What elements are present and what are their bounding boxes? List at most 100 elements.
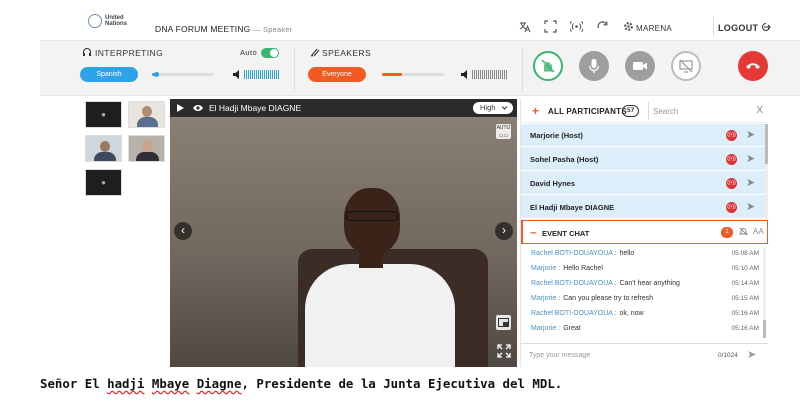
participant-row[interactable]: Marjorie (Host) ((•)) ➤ — [521, 124, 765, 147]
participants-header: + ALL PARTICIPANTS 57 Search X — [521, 99, 768, 123]
auto-layout-button[interactable]: AUTO ▭▭ — [496, 124, 511, 139]
chat-input[interactable]: Type your message 0/1024 ➤ — [521, 343, 768, 367]
globe-icon — [88, 14, 102, 28]
language-select[interactable]: Spanish — [80, 67, 138, 82]
close-panel-button[interactable]: X — [756, 105, 763, 116]
participant-thumbnail[interactable]: ● — [85, 169, 122, 196]
audio-signal-icon[interactable]: ((•)) — [726, 154, 737, 165]
quality-value: High — [480, 103, 496, 112]
speakers-icon — [310, 47, 320, 59]
send-message-icon[interactable]: ➤ — [746, 200, 755, 213]
caption: Señor El hadji Mbaye Diagne, Presidente … — [40, 376, 563, 391]
person-icon: ● — [101, 177, 106, 187]
refresh-icon[interactable] — [596, 20, 609, 33]
speaker-name: El Hadji Mbaye DIAGNE — [209, 103, 302, 113]
participant-thumbnail[interactable] — [128, 135, 165, 162]
previous-video-button[interactable]: ‹ — [174, 222, 192, 240]
video-speaker-head — [344, 188, 400, 254]
role-label: — Speaker — [253, 25, 293, 34]
participant-scrollbar[interactable] — [765, 124, 768, 220]
chevron-right-icon: › — [502, 223, 506, 237]
control-bar: INTERPRETING Auto Spanish SPEAKERS Every… — [40, 40, 800, 96]
fullscreen-icon[interactable] — [544, 20, 557, 33]
settings-icon[interactable] — [622, 20, 635, 33]
person-icon: ● — [101, 109, 106, 119]
main-video[interactable]: El Hadji Mbaye DIAGNE High AUTO ▭▭ ‹ › — [170, 99, 517, 367]
speakers-label: SPEAKERS — [322, 48, 372, 58]
headphones-icon — [82, 47, 92, 59]
interpretation-slider[interactable] — [152, 73, 214, 76]
pip-button[interactable] — [496, 315, 511, 330]
meeting-title-text: DNA FORUM MEETING — [155, 24, 251, 34]
speakers-level-bars[interactable] — [472, 70, 508, 79]
font-size-button[interactable]: AA — [753, 227, 764, 236]
send-message-icon[interactable]: ➤ — [746, 152, 755, 165]
audio-signal-icon[interactable]: ((•)) — [726, 202, 737, 213]
microphone-button[interactable] — [579, 51, 609, 81]
collapse-chat-button[interactable]: – — [530, 225, 537, 239]
send-message-icon[interactable]: ➤ — [746, 176, 755, 189]
character-count: 0/1024 — [718, 352, 738, 359]
speakers-slider[interactable] — [382, 73, 444, 76]
mute-chat-icon[interactable] — [738, 227, 749, 238]
speakers-volume-icon[interactable] — [460, 69, 470, 80]
interpretation-slider-knob[interactable] — [154, 72, 159, 77]
chat-input-placeholder: Type your message — [529, 352, 591, 359]
volume-level-bars[interactable] — [244, 70, 280, 79]
hand-toggle-button[interactable] — [533, 51, 563, 81]
next-video-button[interactable]: › — [495, 222, 513, 240]
participant-row[interactable]: David Hynes ((•)) ➤ — [521, 172, 765, 195]
camera-button[interactable] — [625, 51, 655, 81]
chat-message: Rachel BOTI-DOUAYOUA : Can't hear anythin… — [531, 280, 759, 287]
participant-thumbnail[interactable]: ● — [85, 101, 122, 128]
participant-search-input[interactable]: Search — [648, 102, 762, 120]
send-message-icon[interactable]: ➤ — [746, 128, 755, 141]
chevron-left-icon: ‹ — [181, 223, 185, 237]
participant-name: Sohel Pasha (Host) — [530, 155, 599, 164]
panel-divider — [294, 47, 295, 91]
send-icon[interactable]: ➤ — [747, 348, 756, 361]
share-screen-button[interactable] — [671, 51, 701, 81]
audio-signal-icon[interactable]: ((•)) — [726, 130, 737, 141]
volume-icon[interactable] — [232, 69, 242, 80]
panel-divider-2 — [522, 47, 523, 91]
chat-message: Rachel BOTI-DOUAYOUA : ok, now 05:16 AM — [531, 310, 759, 317]
logout-icon — [761, 23, 771, 33]
participant-name: Marjorie (Host) — [530, 131, 583, 140]
participant-thumbnail[interactable] — [85, 135, 122, 162]
participants-label: ALL PARTICIPANTS — [548, 107, 627, 116]
auto-toggle[interactable] — [261, 48, 279, 58]
top-header: United Nations DNA FORUM MEETING — Speake… — [0, 0, 800, 40]
logout-button[interactable]: LOGOUT — [718, 22, 771, 33]
screen-share-off-icon — [679, 59, 693, 73]
speakers-select[interactable]: Everyone — [308, 67, 366, 82]
quality-select[interactable]: High — [473, 102, 513, 114]
auto-badge: AUTO — [496, 125, 511, 131]
eye-icon[interactable] — [192, 104, 204, 114]
header-divider — [713, 16, 714, 36]
language-icon[interactable] — [518, 20, 531, 33]
interpreting-label: INTERPRETING — [95, 48, 164, 58]
audio-signal-icon[interactable]: ((•)) — [726, 178, 737, 189]
microphone-icon — [588, 59, 600, 73]
chevron-down-icon — [501, 102, 508, 118]
meeting-title: DNA FORUM MEETING — Speaker — [155, 24, 292, 34]
expand-icon[interactable] — [497, 344, 511, 360]
signal-icon[interactable] — [568, 20, 585, 33]
chat-scrollbar[interactable] — [763, 248, 766, 338]
side-panel: + ALL PARTICIPANTS 57 Search X Marjorie … — [520, 99, 768, 367]
participant-row[interactable]: Sohel Pasha (Host) ((•)) ➤ — [521, 148, 765, 171]
participant-name: David Hynes — [530, 179, 576, 188]
picture-in-picture-icon — [498, 318, 509, 327]
participant-row[interactable]: El Hadji Mbaye DIAGNE ((•)) ➤ — [521, 196, 765, 219]
chat-message: Rachel BOTI-DOUAYOUA : hello 05:08 AM — [531, 250, 759, 257]
username: MARENA — [636, 24, 673, 33]
auto-label: Auto — [240, 48, 258, 57]
logout-label: LOGOUT — [718, 23, 759, 33]
expand-participants-button[interactable]: + — [532, 104, 539, 118]
play-icon[interactable] — [176, 103, 185, 115]
video-header: El Hadji Mbaye DIAGNE High — [170, 99, 517, 117]
chat-message: Marjorie : Great 05:16 AM — [531, 325, 759, 332]
end-call-button[interactable] — [738, 51, 768, 81]
participant-thumbnail[interactable] — [128, 101, 165, 128]
